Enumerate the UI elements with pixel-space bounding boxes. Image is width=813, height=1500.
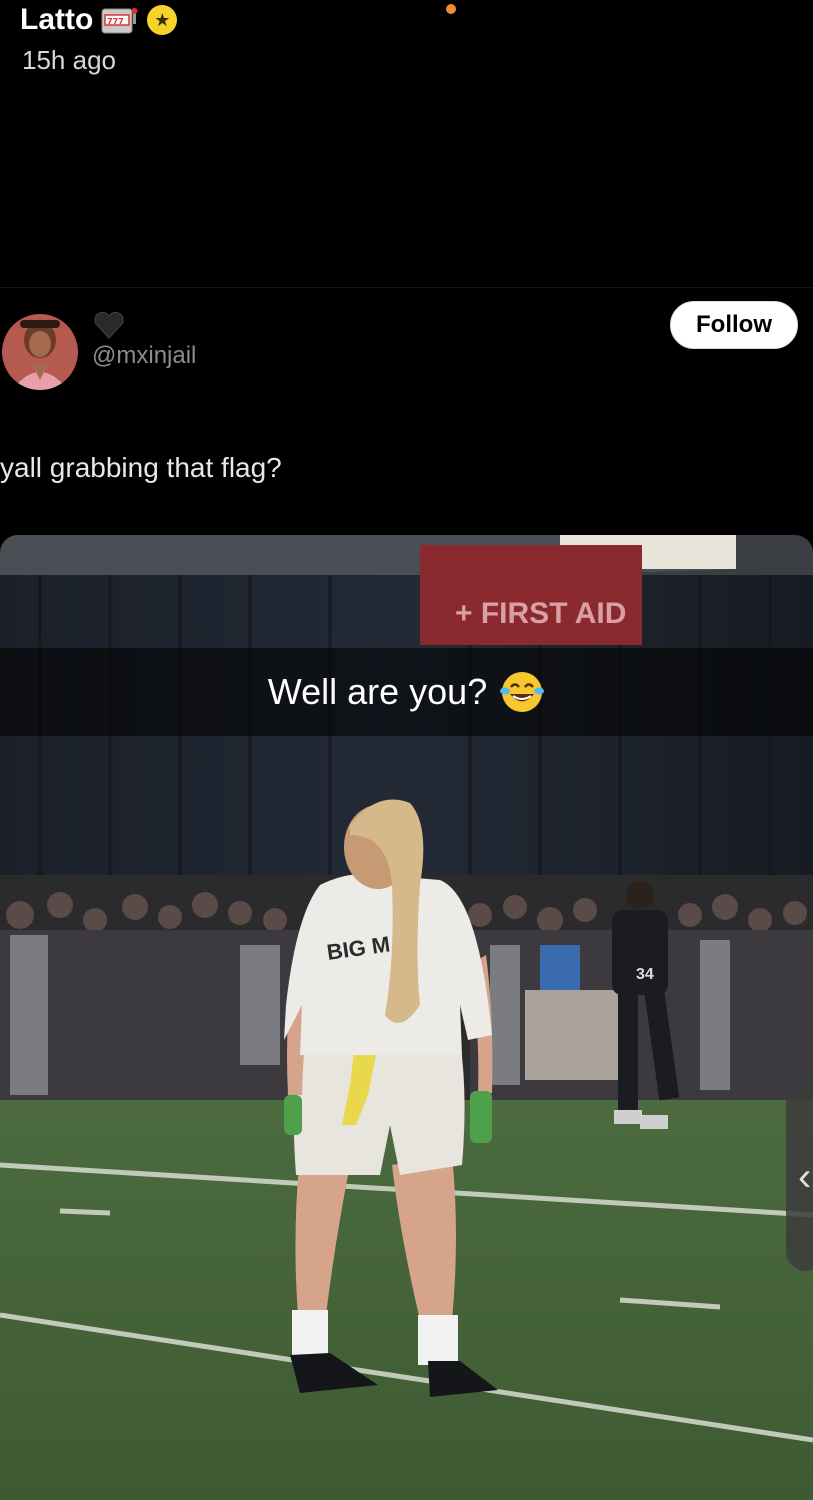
story-user-name[interactable]: Latto [20, 3, 93, 37]
story-progress-dot [446, 4, 456, 14]
slot-machine-icon: 777 [101, 6, 139, 34]
black-heart-icon [92, 308, 126, 342]
svg-text:777: 777 [107, 17, 124, 26]
story-user-row[interactable]: Latto 777 ★ [20, 0, 178, 40]
post-handle[interactable]: @mxinjail [92, 342, 196, 370]
laughing-tears-icon [499, 669, 545, 715]
chevron-left-icon: ‹ [798, 1154, 812, 1199]
star-badge-icon: ★ [147, 5, 178, 35]
background-player-number: 34 [636, 966, 654, 983]
story-timestamp: 15h ago [22, 45, 116, 75]
post-caption: yall grabbing that flag? [0, 452, 282, 483]
divider [0, 287, 813, 288]
first-aid-sign-text: + FIRST AID [455, 597, 626, 630]
avatar[interactable] [2, 314, 78, 390]
side-panel-handle[interactable]: ‹ [786, 1083, 813, 1271]
snap-caption-bar: Well are you? [0, 648, 813, 736]
story-header: Latto 777 ★ 15h ago [0, 0, 813, 90]
follow-button[interactable]: Follow [670, 301, 798, 349]
snap-caption-text: Well are you? [267, 671, 488, 712]
